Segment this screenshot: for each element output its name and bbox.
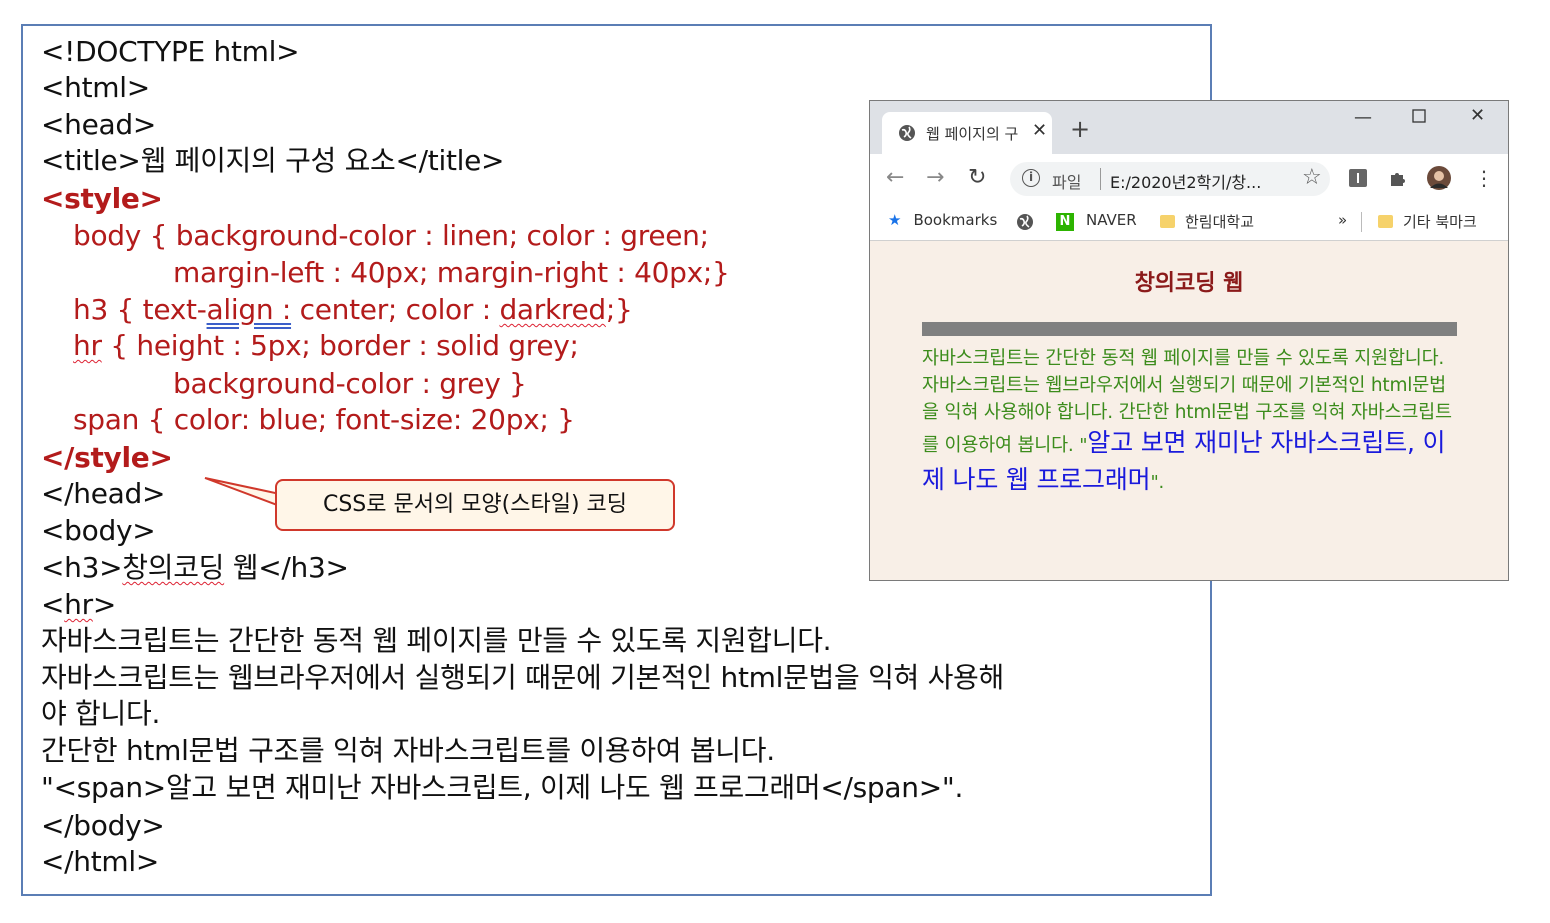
reload-icon[interactable]: ↻ [968, 166, 986, 190]
css-hr-part: { height : 5px; border : solid grey; [101, 329, 579, 362]
h3-heading-text: 창의코딩 [122, 551, 225, 584]
css-hr-selector: hr [73, 329, 102, 362]
page-paragraph: 자바스크립트는 간단한 동적 웹 페이지를 만들 수 있도록 지원합니다. 자바… [922, 345, 1458, 497]
browser-toolbar: ← → ↻ i 파일 E:/2020년2학기/창... ☆ ⋮ [870, 154, 1508, 204]
code-line-title: <title>웹 페이지의 구성 요소</title> [41, 144, 505, 177]
avatar[interactable] [1426, 165, 1452, 191]
code-line-text-4: 간단한 html문법 구조를 익혀 자바스크립트를 이용하여 봅니다. [41, 734, 775, 767]
new-tab-button[interactable]: + [1070, 117, 1090, 141]
code-line-body-open: <body> [41, 514, 156, 547]
extension-icon[interactable] [1348, 168, 1368, 188]
bookmark-naver[interactable]: N NAVER [1056, 211, 1137, 231]
naver-icon: N [1056, 213, 1074, 231]
tab-strip: 웹 페이지의 구 ✕ + — ✕ [870, 101, 1508, 154]
code-line-doctype: <!DOCTYPE html> [41, 35, 300, 68]
address-separator [1100, 168, 1101, 190]
code-line-text-2: 자바스크립트는 웹브라우저에서 실행되기 때문에 기본적인 html문법을 익혀… [41, 661, 1004, 694]
code-line-css-span: span { color: blue; font-size: 20px; } [73, 403, 575, 436]
code-line-css-hr-bg: background-color : grey } [173, 367, 527, 400]
h3-tag-open: <h3> [41, 551, 123, 584]
bookmark-hallym[interactable]: 한림대학교 [1160, 211, 1254, 232]
bookmark-bookmarks[interactable]: ★ Bookmarks [888, 211, 997, 229]
callout-box: CSS로 문서의 모양(스타일) 코딩 [275, 479, 675, 531]
css-h3-darkred: darkred [499, 293, 606, 326]
menu-dots-icon[interactable]: ⋮ [1474, 166, 1494, 190]
css-h3-part: center; color : [291, 293, 500, 326]
code-line-head-close: </head> [41, 477, 166, 510]
h3-tag-close: 웹</h3> [224, 551, 349, 584]
minimize-icon[interactable]: — [1354, 107, 1372, 128]
close-window-icon[interactable]: ✕ [1470, 105, 1485, 126]
code-line-css-body-margins: margin-left : 40px; margin-right : 40px;… [173, 256, 730, 289]
code-line-html-close: </html> [41, 845, 160, 878]
css-h3-align: align : [206, 293, 292, 326]
address-bar[interactable]: i 파일 E:/2020년2학기/창... ☆ [1010, 162, 1330, 196]
code-line-hr: <hr> [41, 587, 116, 623]
page-hr [922, 322, 1457, 336]
bookmarks-more-button[interactable]: » [1338, 211, 1347, 229]
bookmark-star-icon[interactable]: ☆ [1302, 165, 1322, 190]
hr-tag-name: hr [64, 588, 93, 621]
code-line-style-open: <style> [41, 182, 163, 215]
code-line-text-1: 자바스크립트는 간단한 동적 웹 페이지를 만들 수 있도록 지원합니다. [41, 624, 832, 657]
star-icon: ★ [888, 211, 902, 229]
quote-mark-close: ". [1150, 472, 1165, 493]
page-heading: 창의코딩 웹 [1134, 271, 1244, 296]
bookmark-naver-label: NAVER [1086, 211, 1137, 229]
address-file-label: 파일 [1052, 173, 1082, 192]
css-h3-part: ;} [605, 293, 633, 326]
address-url: E:/2020년2학기/창... [1110, 173, 1262, 192]
code-line-css-body: body { background-color : linen; color :… [73, 219, 709, 252]
code-line-body-close: </body> [41, 809, 165, 842]
browser-tab[interactable]: 웹 페이지의 구 ✕ [882, 112, 1052, 154]
code-line-text-3: 야 합니다. [41, 697, 161, 730]
code-line-text-5: "<span>알고 보면 재미난 자바스크립트, 이제 나도 웹 프로그래머</… [41, 771, 964, 804]
code-line-head-open: <head> [41, 108, 157, 141]
tab-close-icon[interactable]: ✕ [1032, 120, 1047, 141]
bookmarks-divider [1361, 212, 1362, 232]
bookmark-bookmarks-label: Bookmarks [913, 211, 998, 229]
globe-bookmark-icon[interactable] [1016, 213, 1034, 231]
forward-icon[interactable]: → [926, 166, 944, 190]
css-h3-part: h3 { text- [73, 293, 207, 326]
browser-window: 웹 페이지의 구 ✕ + — ✕ ← → ↻ i 파일 E:/2020년2학기/… [869, 100, 1509, 581]
puzzle-icon[interactable] [1388, 168, 1408, 188]
info-icon[interactable]: i [1022, 169, 1040, 187]
bookmark-other-label: 기타 북마크 [1403, 213, 1477, 231]
folder-icon [1160, 215, 1175, 228]
maximize-icon[interactable] [1412, 107, 1426, 128]
globe-icon [899, 125, 915, 141]
code-line-css-h3: h3 { text-align : center; color : darkre… [73, 292, 633, 328]
rendered-page: 창의코딩 웹 자바스크립트는 간단한 동적 웹 페이지를 만들 수 있도록 지원… [870, 241, 1508, 580]
bookmark-other[interactable]: 기타 북마크 [1378, 211, 1477, 232]
bookmark-hallym-label: 한림대학교 [1185, 213, 1255, 231]
code-line-html-open: <html> [41, 71, 150, 104]
hr-tag-part: > [92, 588, 117, 621]
tab-title: 웹 페이지의 구 [926, 125, 1019, 143]
hr-tag-part: < [41, 588, 65, 621]
code-line-css-hr: hr { height : 5px; border : solid grey; [73, 328, 579, 364]
folder-icon [1378, 215, 1393, 228]
bookmarks-bar: ★ Bookmarks N NAVER 한림대학교 » 기타 북마크 [870, 204, 1508, 241]
code-line-h3: <h3>창의코딩 웹</h3> [41, 550, 349, 586]
code-line-style-close: </style> [41, 441, 173, 474]
back-icon[interactable]: ← [886, 166, 904, 190]
